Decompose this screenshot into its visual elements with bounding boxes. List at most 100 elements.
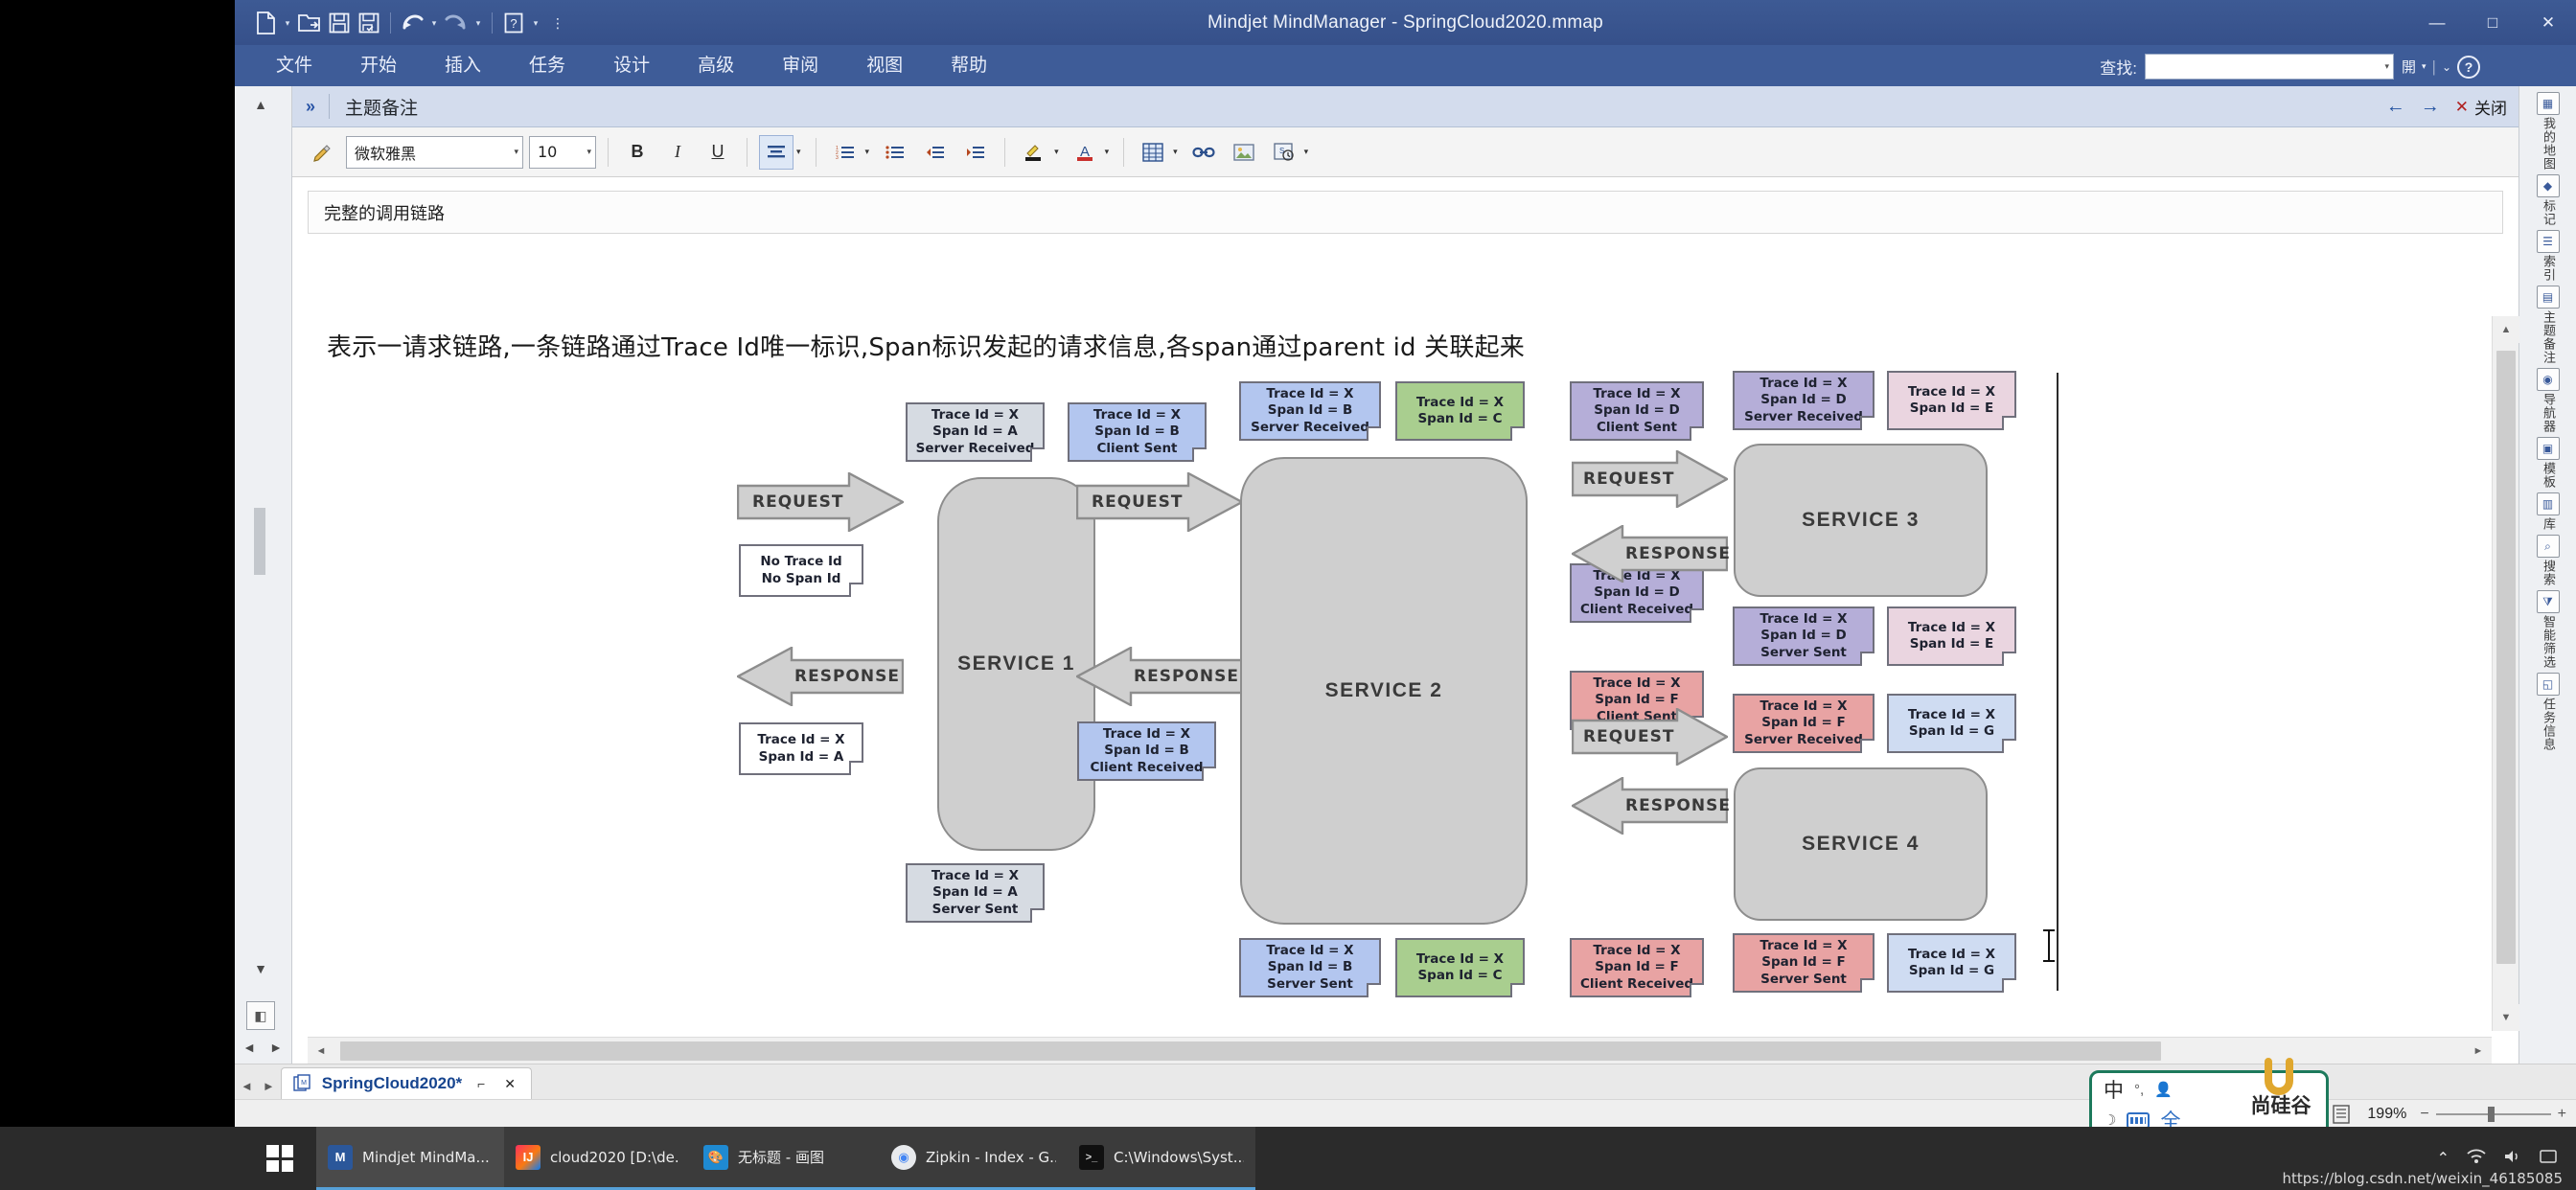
scroll-right-icon[interactable]: ► (2465, 1038, 2492, 1064)
taskbar-item-mindmanager[interactable]: M Mindjet MindMa... (316, 1127, 504, 1190)
notes-close-button[interactable]: ✕ 关闭 (2455, 95, 2507, 120)
highlight-color-icon[interactable] (1017, 135, 1051, 170)
keyboard-icon[interactable] (2127, 1111, 2150, 1129)
help-caret[interactable]: ▾ (530, 10, 541, 36)
taskbar-item-cmd[interactable]: >_ C:\Windows\Syst... (1068, 1127, 1255, 1190)
find-dropdown-caret[interactable]: ▾ (2384, 61, 2389, 72)
taskbar-item-chrome[interactable]: ◉ Zipkin - Index - G... (880, 1127, 1068, 1190)
save-disk-icon[interactable] (326, 10, 353, 36)
right-strip-item-notes[interactable]: ▤ 主题备注 (2522, 286, 2574, 364)
left-scroll-thumb[interactable] (254, 508, 265, 575)
minimize-button[interactable]: — (2409, 0, 2465, 45)
help-question-icon[interactable]: ? (500, 10, 527, 36)
left-nav-next-icon[interactable]: ► (265, 1037, 287, 1058)
scroll-left-icon[interactable]: ◄ (308, 1038, 334, 1064)
tab-scroll-left-icon[interactable]: ◄ (241, 1079, 253, 1093)
redo-caret[interactable]: ▾ (472, 10, 484, 36)
document-tab-springcloud2020[interactable]: M SpringCloud2020* ⌐ ✕ (280, 1067, 533, 1099)
underline-button[interactable]: U (701, 135, 735, 170)
right-strip-item-index[interactable]: ☰ 索引 (2522, 230, 2574, 282)
detail-view-icon[interactable] (2329, 1104, 2354, 1125)
tab-restore-icon[interactable]: ⌐ (472, 1074, 491, 1093)
zoom-slider-knob[interactable] (2487, 1106, 2495, 1122)
font-color-icon[interactable]: A (1068, 135, 1102, 170)
user-icon[interactable]: 👤 (2154, 1081, 2173, 1098)
right-strip-item-library[interactable]: ▥ 库 (2522, 492, 2574, 531)
undo-caret[interactable]: ▾ (428, 10, 440, 36)
horizontal-scroll-thumb[interactable] (340, 1041, 2161, 1061)
tab-close-icon[interactable]: ✕ (500, 1074, 519, 1093)
numbered-list-caret[interactable]: ▾ (865, 147, 873, 157)
menu-item-task[interactable]: 任务 (505, 45, 589, 86)
format-painter-icon[interactable] (306, 135, 340, 170)
menu-item-view[interactable]: 视图 (842, 45, 927, 86)
insert-image-icon[interactable] (1227, 135, 1261, 170)
menu-item-help[interactable]: 帮助 (927, 45, 1011, 86)
tab-scroll-controls[interactable]: ◄ ► (235, 1079, 281, 1099)
new-document-caret[interactable]: ▾ (282, 10, 293, 36)
note-horizontal-scrollbar[interactable]: ◄ ► (308, 1037, 2492, 1064)
redo-arrow-icon[interactable] (443, 10, 470, 36)
ime-mode-chinese[interactable]: 中 (2104, 1075, 2124, 1104)
network-icon[interactable] (2467, 1149, 2486, 1169)
highlight-caret[interactable]: ▾ (1054, 147, 1062, 157)
menu-item-file[interactable]: 文件 (252, 45, 336, 86)
find-more-caret[interactable]: ⌄ (2442, 60, 2451, 74)
zoom-slider-track[interactable] (2435, 1106, 2551, 1122)
menu-item-insert[interactable]: 插入 (421, 45, 505, 86)
font-color-caret[interactable]: ▾ (1105, 147, 1113, 157)
right-strip-item-filter[interactable]: ⧩ 智能筛选 (2522, 590, 2574, 669)
decrease-indent-icon[interactable] (918, 135, 953, 170)
new-document-icon[interactable] (252, 10, 279, 36)
notes-prev-icon[interactable]: ← (2386, 96, 2405, 118)
font-size-select[interactable]: 10 ▾ (529, 135, 596, 169)
chevron-down-icon[interactable]: ▾ (581, 147, 591, 157)
menu-item-review[interactable]: 审阅 (758, 45, 842, 86)
more-options-icon[interactable]: ⋮ (544, 10, 571, 36)
taskbar-item-intellij[interactable]: IJ cloud2020 [D:\de... (504, 1127, 692, 1190)
left-expand-button[interactable]: ◧ (246, 1001, 275, 1030)
font-family-select[interactable]: 微软雅黑 ▾ (346, 135, 523, 169)
tab-scroll-right-icon[interactable]: ► (263, 1079, 275, 1093)
zoom-slider[interactable]: − + (2420, 1106, 2566, 1123)
find-input[interactable]: ▾ (2144, 54, 2394, 80)
save-as-icon[interactable] (356, 10, 382, 36)
left-scroll-up-icon[interactable]: ▲ (250, 94, 271, 115)
align-icon[interactable] (759, 134, 794, 170)
show-hidden-icons-icon[interactable]: ⌃ (2437, 1149, 2450, 1168)
hyperlink-icon[interactable] (1186, 135, 1221, 170)
right-strip-item-marker[interactable]: ◆ 标记 (2522, 174, 2574, 226)
notes-expand-chevron-icon[interactable]: » (292, 97, 329, 117)
maximize-button[interactable]: □ (2465, 0, 2520, 45)
left-nav-prev-icon[interactable]: ◄ (239, 1037, 260, 1058)
menu-item-home[interactable]: 开始 (336, 45, 421, 86)
right-strip-item-taskinfo[interactable]: ◱ 任务信息 (2522, 673, 2574, 751)
left-scroll-down-icon[interactable]: ▼ (250, 958, 271, 979)
note-canvas[interactable]: 表示一请求链路,一条链路通过Trace Id唯一标识,Span标识发起的请求信息… (308, 316, 2486, 1031)
increase-indent-icon[interactable] (958, 135, 993, 170)
bulleted-list-icon[interactable] (878, 135, 912, 170)
menu-item-design[interactable]: 设计 (589, 45, 674, 86)
align-caret[interactable]: ▾ (796, 147, 804, 157)
volume-icon[interactable] (2503, 1149, 2522, 1169)
open-folder-icon[interactable] (296, 10, 323, 36)
find-scope-caret[interactable]: ▾ (2422, 61, 2426, 72)
insert-table-caret[interactable]: ▾ (1173, 147, 1181, 157)
close-button[interactable]: ✕ (2520, 0, 2576, 45)
numbered-list-icon[interactable]: 123 (828, 135, 862, 170)
note-vertical-scrollbar[interactable]: ▲ ▼ (2492, 316, 2519, 1031)
chevron-down-icon[interactable]: ▾ (508, 147, 518, 157)
zoom-in-button[interactable]: + (2558, 1106, 2566, 1123)
undo-arrow-icon[interactable] (399, 10, 426, 36)
insert-object-caret[interactable]: ▾ (1304, 147, 1312, 157)
find-scope-icon[interactable]: 開 (2402, 57, 2416, 77)
right-strip-item-search[interactable]: ⌕ 搜索 (2522, 535, 2574, 586)
zoom-out-button[interactable]: − (2420, 1106, 2428, 1123)
right-strip-item-template[interactable]: ▣ 模板 (2522, 437, 2574, 489)
help-icon[interactable]: ? (2457, 55, 2480, 79)
right-strip-item-navigator[interactable]: ◉ 导航器 (2522, 368, 2574, 433)
right-strip-item-mymaps[interactable]: ▦ 我的地图 (2522, 92, 2574, 171)
menu-item-advanced[interactable]: 高级 (674, 45, 758, 86)
italic-button[interactable]: I (660, 135, 695, 170)
notes-next-icon[interactable]: → (2421, 96, 2440, 118)
